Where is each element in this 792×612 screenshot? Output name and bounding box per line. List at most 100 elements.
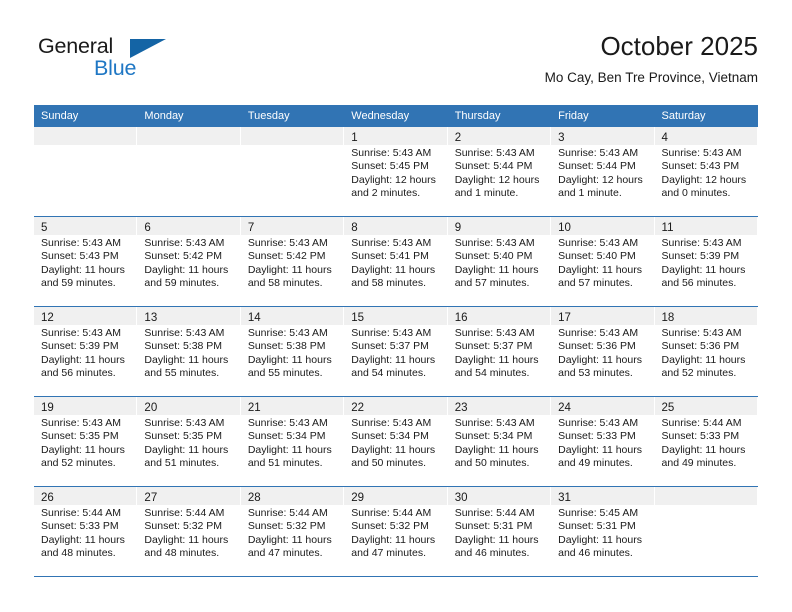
day-number-band: 10 [551,217,654,235]
daylight-text-line1: Daylight: 11 hours [144,353,229,366]
daylight-text-line1: Daylight: 11 hours [351,443,436,456]
calendar-day-cell[interactable]: 2 Sunrise: 5:43 AM Sunset: 5:44 PM Daylight… [447,127,552,216]
daylight-text-line1: Daylight: 11 hours [247,263,332,276]
calendar-day-cell[interactable]: 19 Sunrise: 5:43 AM Sunset: 5:35 PM Dayligh… [34,397,138,486]
calendar-day-cell[interactable]: 29 Sunrise: 5:44 AM Sunset: 5:32 PM Dayligh… [344,487,448,576]
calendar-day-cell[interactable]: 17 Sunrise: 5:43 AM Sunset: 5:36 PM Dayligh… [551,307,655,396]
calendar-day-cell[interactable]: 20 Sunrise: 5:43 AM Sunset: 5:35 PM Dayligh… [137,397,241,486]
calendar-day-cell[interactable]: 15 Sunrise: 5:43 AM Sunset: 5:37 PM Dayligh… [344,307,448,396]
calendar-day-cell[interactable]: 8 Sunrise: 5:43 AM Sunset: 5:41 PM Daylight… [344,217,448,306]
day-sun-info: Sunrise: 5:43 AM Sunset: 5:34 PM Daylight:… [344,415,446,471]
weekday-header-wednesday: Wednesday [351,110,410,122]
calendar-day-cell[interactable]: 10 Sunrise: 5:43 AM Sunset: 5:40 PM Dayligh… [551,217,655,306]
daylight-text-line1: Daylight: 11 hours [41,533,125,546]
calendar-day-cell[interactable]: 28 Sunrise: 5:44 AM Sunset: 5:32 PM Dayligh… [240,487,345,576]
calendar-day-cell[interactable]: 13 Sunrise: 5:43 AM Sunset: 5:38 PM Dayligh… [137,307,241,396]
daylight-text-line2: and 52 minutes. [41,457,116,470]
daylight-text-line2: and 59 minutes. [41,277,116,290]
day-number: 18 [661,312,675,324]
daylight-text-line1: Daylight: 11 hours [351,533,436,546]
day-sun-info: Sunrise: 5:43 AM Sunset: 5:36 PM Daylight:… [655,325,757,381]
day-number-band: 7 [240,217,344,235]
daylight-text-line2: and 46 minutes. [454,547,530,560]
calendar-day-cell[interactable]: 11 Sunrise: 5:43 AM Sunset: 5:39 PM Dayligh… [654,217,758,306]
day-number-band: 15 [344,307,447,325]
day-number: 27 [144,492,158,504]
daylight-text-line1: Daylight: 11 hours [454,353,539,366]
sunrise-text: Sunrise: 5:45 AM [558,507,639,519]
calendar-day-cell[interactable]: 27 Sunrise: 5:44 AM Sunset: 5:32 PM Dayligh… [137,487,241,576]
calendar-day-cell[interactable]: 3 Sunrise: 5:43 AM Sunset: 5:44 PM Daylight… [551,127,655,216]
sunset-text: Sunset: 5:45 PM [351,160,429,173]
sunrise-text: Sunrise: 5:43 AM [558,327,639,339]
day-number-band: 29 [344,487,447,505]
day-number-band: 24 [551,397,654,415]
day-number-band: 5 [34,217,137,235]
calendar-day-cell[interactable]: 25 Sunrise: 5:44 AM Sunset: 5:33 PM Dayligh… [654,397,758,486]
calendar-day-cell[interactable]: 5 Sunrise: 5:43 AM Sunset: 5:43 PM Daylight… [34,217,138,306]
day-number: 20 [144,402,158,414]
calendar-grid: Sunday Monday Tuesday Wednesday Thursday Frid… [34,105,758,577]
calendar-day-cell[interactable]: 24 Sunrise: 5:43 AM Sunset: 5:33 PM Dayligh… [551,397,655,486]
day-number: 13 [144,312,158,324]
sunrise-text: Sunrise: 5:43 AM [558,417,639,429]
daylight-text-line2: and 51 minutes. [247,457,323,470]
sunset-text: Sunset: 5:37 PM [351,340,429,353]
calendar-day-cell[interactable]: 31 Sunrise: 5:45 AM Sunset: 5:31 PM Dayligh… [551,487,655,576]
sunset-text: Sunset: 5:31 PM [558,520,636,533]
day-sun-info: Sunrise: 5:43 AM Sunset: 5:42 PM Daylight:… [241,235,343,291]
calendar-day-cell[interactable]: 18 Sunrise: 5:43 AM Sunset: 5:36 PM Dayligh… [654,307,758,396]
day-number-band: 20 [137,397,240,415]
day-sun-info: Sunrise: 5:43 AM Sunset: 5:44 PM Daylight:… [448,145,550,201]
day-number-band: 14 [240,307,344,325]
calendar-day-cell[interactable]: 6 Sunrise: 5:43 AM Sunset: 5:42 PM Daylight… [137,217,241,306]
daylight-text-line2: and 49 minutes. [558,457,633,470]
day-number-band: 4 [654,127,757,145]
sunrise-text: Sunrise: 5:43 AM [351,237,432,249]
calendar-day-cell[interactable]: 23 Sunrise: 5:43 AM Sunset: 5:34 PM Dayligh… [447,397,552,486]
daylight-text-line2: and 54 minutes. [454,367,530,380]
daylight-text-line1: Daylight: 11 hours [661,443,746,456]
daylight-text-line2: and 56 minutes. [661,277,737,290]
sunrise-text: Sunrise: 5:43 AM [41,327,121,339]
day-number: 23 [454,402,468,414]
calendar-day-cell[interactable]: 1 Sunrise: 5:43 AM Sunset: 5:45 PM Daylight… [344,127,448,216]
day-number: 29 [351,492,365,504]
sunrise-text: Sunrise: 5:43 AM [661,237,742,249]
sunrise-text: Sunrise: 5:43 AM [454,147,535,159]
sunset-text: Sunset: 5:39 PM [41,340,119,353]
day-number: 21 [247,402,261,414]
day-number-band: 13 [137,307,240,325]
brand-logo[interactable]: General Blue [34,34,234,90]
calendar-day-cell[interactable]: 16 Sunrise: 5:43 AM Sunset: 5:37 PM Dayligh… [447,307,552,396]
sunset-text: Sunset: 5:32 PM [351,520,429,533]
calendar-week-row: 12 Sunrise: 5:43 AM Sunset: 5:39 PM Dayligh… [34,307,758,397]
daylight-text-line1: Daylight: 11 hours [558,263,642,276]
daylight-text-line1: Daylight: 12 hours [351,173,436,186]
title-block: October 2025 Mo Cay, Ben Tre Province, V… [545,30,758,88]
day-number-band: 21 [240,397,344,415]
calendar-day-cell[interactable]: 4 Sunrise: 5:43 AM Sunset: 5:43 PM Daylight… [654,127,758,216]
calendar-day-cell[interactable]: 12 Sunrise: 5:43 AM Sunset: 5:39 PM Dayligh… [34,307,138,396]
calendar-day-cell[interactable]: 21 Sunrise: 5:43 AM Sunset: 5:34 PM Dayligh… [240,397,345,486]
calendar-day-cell[interactable]: 14 Sunrise: 5:43 AM Sunset: 5:38 PM Dayligh… [240,307,345,396]
day-sun-info: Sunrise: 5:44 AM Sunset: 5:31 PM Daylight:… [448,505,550,561]
daylight-text-line1: Daylight: 11 hours [454,533,539,546]
calendar-cell-empty [654,487,758,576]
day-number: 3 [558,132,565,144]
sunset-text: Sunset: 5:41 PM [351,250,429,263]
day-number: 4 [661,132,668,144]
sunset-text: Sunset: 5:39 PM [661,250,740,263]
sunset-text: Sunset: 5:42 PM [247,250,326,263]
day-number: 19 [41,402,54,414]
calendar-day-cell[interactable]: 30 Sunrise: 5:44 AM Sunset: 5:31 PM Dayligh… [447,487,552,576]
day-number-band: 31 [551,487,654,505]
daylight-text-line2: and 57 minutes. [454,277,530,290]
daylight-text-line2: and 1 minute. [558,187,622,200]
day-sun-info: Sunrise: 5:43 AM Sunset: 5:39 PM Daylight:… [34,325,136,381]
calendar-day-cell[interactable]: 22 Sunrise: 5:43 AM Sunset: 5:34 PM Dayligh… [344,397,448,486]
calendar-day-cell[interactable]: 7 Sunrise: 5:43 AM Sunset: 5:42 PM Daylight… [240,217,345,306]
daylight-text-line1: Daylight: 11 hours [144,263,229,276]
calendar-day-cell[interactable]: 26 Sunrise: 5:44 AM Sunset: 5:33 PM Dayligh… [34,487,138,576]
calendar-day-cell[interactable]: 9 Sunrise: 5:43 AM Sunset: 5:40 PM Daylight… [447,217,552,306]
